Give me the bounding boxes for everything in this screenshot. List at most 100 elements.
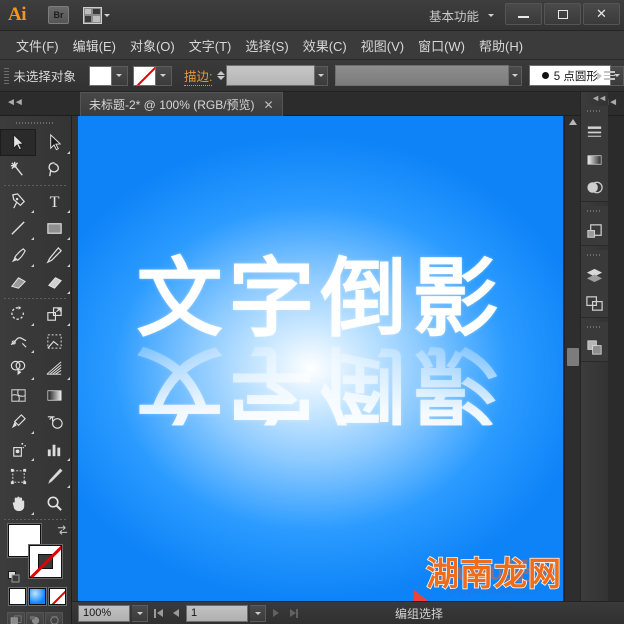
- default-fill-stroke-icon[interactable]: [8, 570, 20, 583]
- control-bar-grip[interactable]: [3, 65, 10, 86]
- menu-type[interactable]: 文字(T): [182, 33, 239, 58]
- minimize-button[interactable]: [505, 3, 542, 25]
- symbol-sprayer-tool[interactable]: [0, 436, 36, 463]
- width-profile-dropdown-button[interactable]: [509, 65, 523, 86]
- artboard[interactable]: 文字倒影 文字倒影 Baidu经验 jingyan.baidu.com: [78, 116, 563, 601]
- slice-tool[interactable]: [36, 463, 72, 490]
- perspective-grid-tool[interactable]: [36, 355, 72, 382]
- menu-effect[interactable]: 效果(C): [296, 33, 354, 58]
- color-mode-button[interactable]: [9, 588, 26, 605]
- blob-brush-tool[interactable]: [0, 269, 36, 296]
- status-message[interactable]: 编组选择: [304, 605, 534, 622]
- magic-wand-tool[interactable]: [0, 156, 36, 183]
- stroke-panel-button[interactable]: [581, 117, 608, 145]
- artboard-tool[interactable]: [0, 463, 36, 490]
- artwork-group[interactable]: 文字倒影 文字倒影: [78, 256, 563, 458]
- zoom-tool[interactable]: [36, 490, 72, 517]
- dock-group-grip[interactable]: [587, 206, 602, 215]
- menu-bar: 文件(F) 编辑(E) 对象(O) 文字(T) 选择(S) 效果(C) 视图(V…: [0, 31, 624, 60]
- scrollbar-thumb[interactable]: [567, 348, 579, 366]
- artwork-reflection-text[interactable]: 文字倒影: [137, 336, 505, 432]
- rectangle-tool[interactable]: [36, 215, 72, 242]
- artboard-number-field[interactable]: 1: [186, 604, 248, 622]
- tools-panel-grip[interactable]: [16, 118, 55, 127]
- menu-view[interactable]: 视图(V): [354, 33, 411, 58]
- blend-tool[interactable]: [36, 409, 72, 436]
- stroke-swatch[interactable]: [132, 65, 156, 86]
- close-icon[interactable]: ✕: [264, 98, 274, 112]
- paintbrush-tool[interactable]: [0, 242, 36, 269]
- control-panel-menu-button[interactable]: [597, 71, 615, 80]
- artboard-dropdown-button[interactable]: [250, 604, 266, 622]
- pen-tool[interactable]: [0, 188, 36, 215]
- canvas-vertical-scrollbar[interactable]: [564, 116, 580, 601]
- pencil-tool[interactable]: [36, 242, 72, 269]
- line-segment-tool[interactable]: [0, 215, 36, 242]
- rotate-tool[interactable]: [0, 301, 36, 328]
- dock-group-grip[interactable]: [587, 322, 602, 331]
- dock-group-grip[interactable]: [587, 250, 602, 259]
- stroke-color-box[interactable]: [29, 545, 62, 578]
- hand-tool[interactable]: [0, 490, 36, 517]
- none-mode-button[interactable]: [49, 588, 66, 605]
- zoom-level-dropdown-button[interactable]: [132, 604, 148, 622]
- scroll-up-icon[interactable]: [569, 119, 577, 125]
- collapse-left-icon[interactable]: ◄◄: [6, 97, 24, 108]
- zoom-level-field[interactable]: 100%: [78, 604, 130, 622]
- first-artboard-button[interactable]: [150, 605, 166, 622]
- stroke-weight-stepper[interactable]: [217, 71, 226, 80]
- menu-object[interactable]: 对象(O): [123, 33, 182, 58]
- workspace-switcher[interactable]: 基本功能: [429, 6, 494, 25]
- close-button[interactable]: ✕: [583, 3, 620, 25]
- expand-panels-icon[interactable]: ◄◄: [581, 92, 608, 104]
- selection-tool[interactable]: [0, 129, 36, 156]
- direct-selection-tool[interactable]: [36, 129, 72, 156]
- gradient-panel-button[interactable]: [581, 145, 608, 173]
- mesh-tool[interactable]: [0, 382, 36, 409]
- dock-group-grip[interactable]: [587, 106, 602, 115]
- fill-swatch-control[interactable]: [88, 65, 128, 86]
- gradient-tool[interactable]: [36, 382, 72, 409]
- variable-width-profile-field[interactable]: [334, 65, 510, 86]
- gradient-mode-button[interactable]: [29, 588, 46, 605]
- eyedropper-tool[interactable]: [0, 409, 36, 436]
- fill-dropdown-button[interactable]: [111, 65, 128, 86]
- symbols-panel-button[interactable]: [581, 333, 608, 361]
- canvas-area[interactable]: 文字倒影 文字倒影 Baidu经验 jingyan.baidu.com 湖南龙网: [72, 116, 580, 601]
- menu-select[interactable]: 选择(S): [238, 33, 295, 58]
- stroke-weight-field[interactable]: [226, 65, 316, 86]
- shape-builder-tool[interactable]: [0, 355, 36, 382]
- maximize-button[interactable]: [544, 3, 581, 25]
- draw-normal-button[interactable]: [7, 612, 25, 624]
- draw-inside-button[interactable]: [45, 612, 63, 624]
- width-tool[interactable]: [0, 328, 36, 355]
- layers-panel-button[interactable]: [581, 261, 608, 289]
- menu-edit[interactable]: 编辑(E): [66, 33, 123, 58]
- swap-fill-stroke-icon[interactable]: [56, 524, 69, 537]
- free-transform-tool[interactable]: [36, 328, 72, 355]
- previous-artboard-button[interactable]: [168, 605, 184, 622]
- draw-behind-button[interactable]: [26, 612, 44, 624]
- last-artboard-button[interactable]: [286, 605, 302, 622]
- document-tab[interactable]: 未标题-2* @ 100% (RGB/预览) ✕: [80, 92, 283, 116]
- next-artboard-button[interactable]: [268, 605, 284, 622]
- transparency-panel-button[interactable]: [581, 173, 608, 201]
- column-graph-tool[interactable]: [36, 436, 72, 463]
- menu-help[interactable]: 帮助(H): [472, 33, 530, 58]
- type-tool[interactable]: T: [36, 188, 72, 215]
- scale-tool[interactable]: [36, 301, 72, 328]
- lasso-tool[interactable]: [36, 156, 72, 183]
- fill-swatch[interactable]: [88, 65, 112, 86]
- artboards-panel-button[interactable]: [581, 289, 608, 317]
- arrange-documents-button[interactable]: [83, 6, 110, 24]
- launch-bridge-button[interactable]: Br: [48, 6, 69, 24]
- stroke-options-link[interactable]: 描边:: [183, 66, 213, 86]
- stroke-dropdown-button[interactable]: [155, 65, 172, 86]
- pathfinder-panel-button[interactable]: [581, 217, 608, 245]
- menu-window[interactable]: 窗口(W): [411, 33, 472, 58]
- stroke-swatch-control[interactable]: [132, 65, 172, 86]
- artwork-text[interactable]: 文字倒影: [137, 256, 505, 342]
- stroke-weight-dropdown-button[interactable]: [315, 65, 329, 86]
- menu-file[interactable]: 文件(F): [9, 33, 66, 58]
- eraser-tool[interactable]: [36, 269, 72, 296]
